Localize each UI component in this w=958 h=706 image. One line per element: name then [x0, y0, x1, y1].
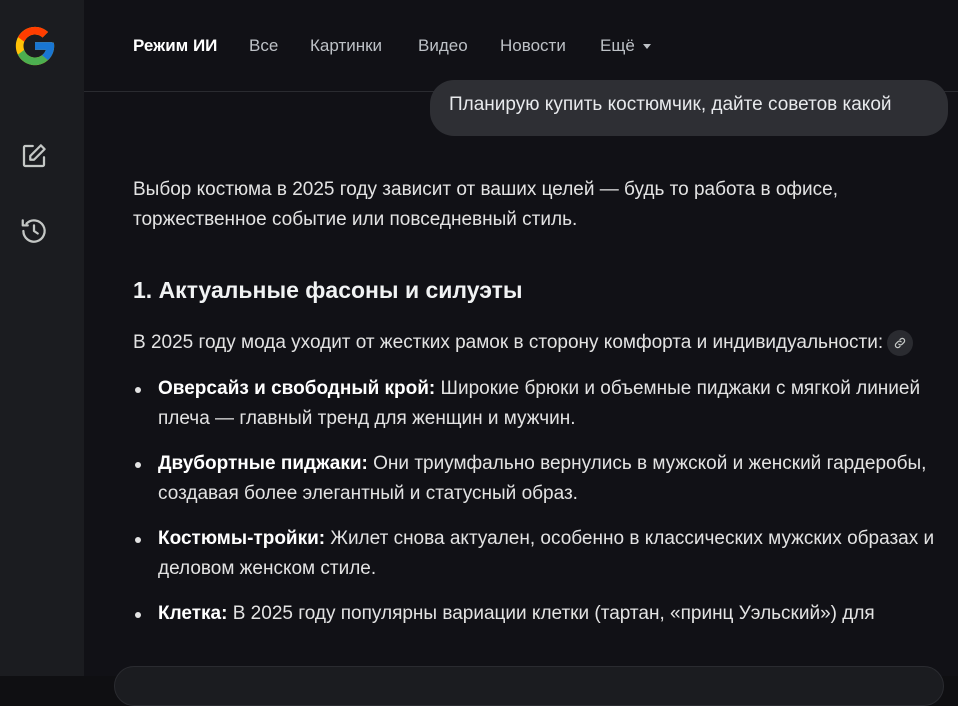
history-icon — [19, 216, 49, 251]
top-navigation: Режим ИИ Все Картинки Видео Новости Ещё — [84, 0, 958, 92]
bullet-dot — [135, 462, 141, 468]
trend-list: Оверсайз и свободный крой: Широкие брюки… — [133, 374, 943, 629]
new-chat-button[interactable] — [14, 138, 54, 178]
chevron-down-icon — [642, 44, 651, 50]
answer-intro: Выбор костюма в 2025 году зависит от ваш… — [133, 179, 838, 230]
sidebar — [0, 0, 84, 676]
follow-up-input-edge[interactable] — [114, 666, 944, 706]
section-intro: В 2025 году мода уходит от жестких рамок… — [133, 328, 943, 358]
list-item: Двубортные пиджаки: Они триумфально верн… — [133, 449, 943, 509]
tab-news[interactable]: Новости — [500, 35, 566, 57]
list-item-title: Оверсайз и свободный крой: — [158, 378, 436, 399]
tab-images[interactable]: Картинки — [310, 35, 382, 57]
new-chat-edit-icon — [19, 141, 49, 176]
bullet-dot — [135, 612, 141, 618]
source-link-button[interactable] — [887, 329, 914, 356]
link-icon — [894, 337, 906, 349]
user-query-bubble: Планирую купить костюмчик, дайте советов… — [430, 80, 948, 136]
main-area: Режим ИИ Все Картинки Видео Новости Ещё … — [84, 0, 958, 706]
section-heading: 1. Актуальные фасоны и силуэты — [133, 277, 523, 303]
list-item: Клетка: В 2025 году популярны вариации к… — [133, 599, 943, 629]
list-item-title: Клетка: — [158, 603, 228, 624]
tab-all[interactable]: Все — [249, 35, 278, 57]
section-intro-text: В 2025 году мода уходит от жестких рамок… — [133, 332, 884, 353]
list-item-title: Двубортные пиджаки: — [158, 453, 368, 474]
bullet-dot — [135, 387, 141, 393]
google-logo-icon[interactable] — [12, 23, 58, 69]
list-item-text: В 2025 году популярны вариации клетки (т… — [227, 603, 875, 624]
list-item: Костюмы-тройки: Жилет снова актуален, ос… — [133, 524, 943, 584]
history-button[interactable] — [14, 213, 54, 253]
tab-more[interactable]: Ещё — [600, 35, 651, 57]
ai-answer: Выбор костюма в 2025 году зависит от ваш… — [133, 175, 943, 644]
list-item-title: Костюмы-тройки: — [158, 528, 326, 549]
tab-more-label: Ещё — [600, 36, 635, 55]
tab-ai-mode[interactable]: Режим ИИ — [133, 35, 217, 57]
bullet-dot — [135, 537, 141, 543]
tab-videos[interactable]: Видео — [418, 35, 468, 57]
list-item: Оверсайз и свободный крой: Широкие брюки… — [133, 374, 943, 434]
